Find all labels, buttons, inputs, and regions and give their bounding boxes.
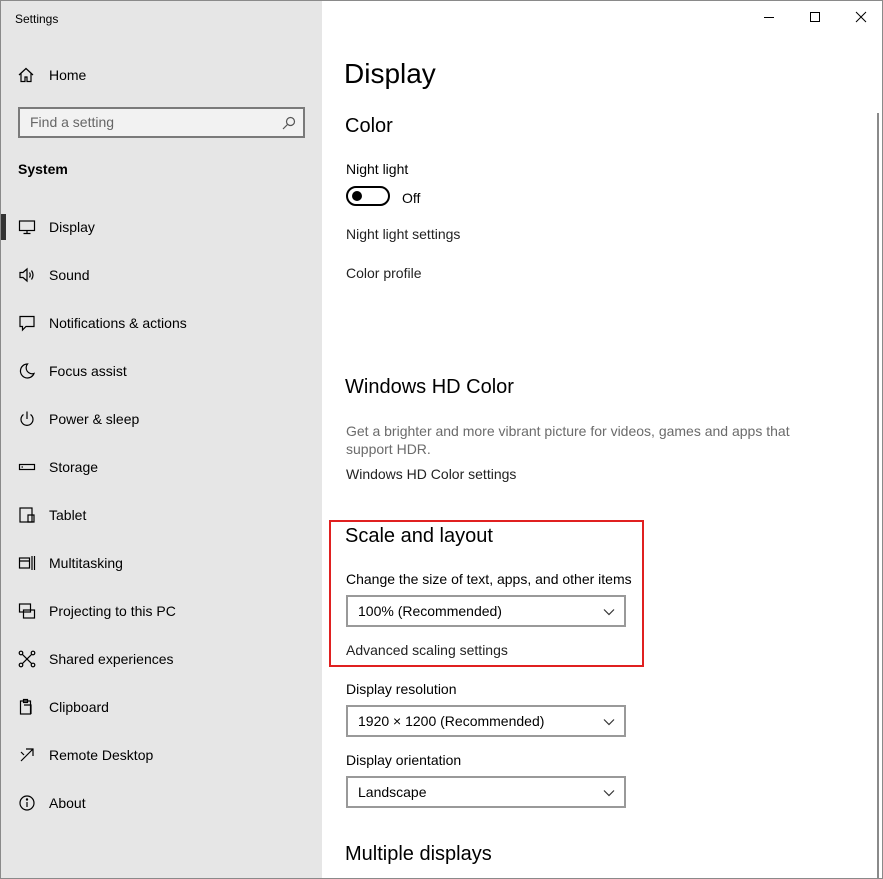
- info-icon: [19, 795, 35, 811]
- orientation-dropdown[interactable]: Landscape: [346, 776, 626, 808]
- chevron-down-icon: [603, 719, 615, 726]
- sidebar-item-remote-desktop[interactable]: Remote Desktop: [1, 731, 322, 779]
- sidebar-item-label: Storage: [49, 459, 99, 475]
- night-light-settings-link[interactable]: Night light settings: [346, 226, 460, 242]
- resolution-label: Display resolution: [346, 681, 457, 697]
- monitor-icon: [18, 220, 36, 235]
- sidebar-item-shared-experiences[interactable]: Shared experiences: [1, 635, 322, 683]
- color-heading: Color: [345, 115, 393, 137]
- scale-dropdown[interactable]: 100% (Recommended): [346, 595, 626, 627]
- home-label: Home: [49, 67, 87, 83]
- sidebar-item-display[interactable]: Display: [1, 203, 322, 251]
- color-profile-link[interactable]: Color profile: [346, 265, 421, 281]
- resolution-value: 1920 × 1200 (Recommended): [358, 713, 545, 729]
- scrollbar[interactable]: [877, 113, 879, 878]
- content-pane: Display Color Night light Off Night ligh…: [322, 1, 882, 878]
- notification-icon: [19, 315, 35, 332]
- sidebar-item-label: Notifications & actions: [49, 315, 187, 331]
- sidebar-item-power-sleep[interactable]: Power & sleep: [1, 395, 322, 443]
- settings-window: Settings Home Find a setting System Disp…: [0, 0, 883, 879]
- sidebar-item-storage[interactable]: Storage: [1, 443, 322, 491]
- orientation-value: Landscape: [358, 784, 427, 800]
- hd-color-heading: Windows HD Color: [345, 376, 514, 398]
- sidebar: Settings Home Find a setting System Disp…: [1, 1, 322, 878]
- sidebar-item-about[interactable]: About: [1, 779, 322, 827]
- sidebar-item-label: Shared experiences: [49, 651, 174, 667]
- search-icon: [282, 116, 296, 130]
- home-nav-item[interactable]: Home: [1, 59, 322, 91]
- moon-icon: [19, 363, 36, 379]
- home-icon: [18, 67, 34, 83]
- sidebar-item-multitasking[interactable]: Multitasking: [1, 539, 322, 587]
- night-light-label: Night light: [346, 161, 409, 177]
- clipboard-icon: [19, 698, 32, 715]
- sidebar-item-label: Multitasking: [49, 555, 123, 571]
- sidebar-item-label: Sound: [49, 267, 90, 283]
- tablet-icon: [19, 507, 35, 523]
- sidebar-item-projecting[interactable]: Projecting to this PC: [1, 587, 322, 635]
- projecting-icon: [18, 603, 36, 619]
- speaker-icon: [19, 267, 34, 283]
- scale-value: 100% (Recommended): [358, 603, 502, 619]
- app-title: Settings: [15, 12, 59, 26]
- power-icon: [20, 411, 34, 426]
- resolution-dropdown[interactable]: 1920 × 1200 (Recommended): [346, 705, 626, 737]
- sidebar-item-tablet[interactable]: Tablet: [1, 491, 322, 539]
- sidebar-item-label: Tablet: [49, 507, 87, 523]
- remote-desktop-icon: [20, 748, 34, 762]
- sidebar-item-label: Display: [49, 219, 95, 235]
- sidebar-item-label: Remote Desktop: [49, 747, 154, 763]
- sidebar-item-label: Projecting to this PC: [49, 603, 176, 619]
- sidebar-item-label: About: [49, 795, 86, 811]
- sidebar-item-label: Focus assist: [49, 363, 127, 379]
- sidebar-nav: Display Sound Notifications & actions Fo…: [1, 203, 322, 827]
- sidebar-item-focus-assist[interactable]: Focus assist: [1, 347, 322, 395]
- storage-icon: [18, 463, 36, 471]
- sidebar-item-clipboard[interactable]: Clipboard: [1, 683, 322, 731]
- night-light-state: Off: [402, 190, 421, 206]
- multitasking-icon: [18, 556, 36, 570]
- night-light-toggle[interactable]: [346, 186, 390, 206]
- size-label: Change the size of text, apps, and other…: [346, 571, 632, 587]
- chevron-down-icon: [603, 790, 615, 797]
- sidebar-item-sound[interactable]: Sound: [1, 251, 322, 299]
- hd-color-settings-link[interactable]: Windows HD Color settings: [346, 466, 516, 482]
- orientation-label: Display orientation: [346, 752, 462, 768]
- toggle-knob: [352, 191, 362, 201]
- search-placeholder: Find a setting: [30, 114, 115, 130]
- scale-layout-heading: Scale and layout: [345, 525, 493, 547]
- section-label-system: System: [18, 161, 68, 177]
- page-title: Display: [344, 58, 436, 89]
- multiple-displays-heading: Multiple displays: [345, 843, 492, 865]
- shared-icon: [18, 650, 36, 668]
- sidebar-item-label: Power & sleep: [49, 411, 140, 427]
- advanced-scaling-link[interactable]: Advanced scaling settings: [346, 642, 508, 658]
- sidebar-item-label: Clipboard: [49, 699, 109, 715]
- hd-color-description: Get a brighter and more vibrant picture …: [346, 423, 790, 457]
- sidebar-item-notifications[interactable]: Notifications & actions: [1, 299, 322, 347]
- chevron-down-icon: [603, 609, 615, 616]
- search-input[interactable]: Find a setting: [18, 107, 305, 138]
